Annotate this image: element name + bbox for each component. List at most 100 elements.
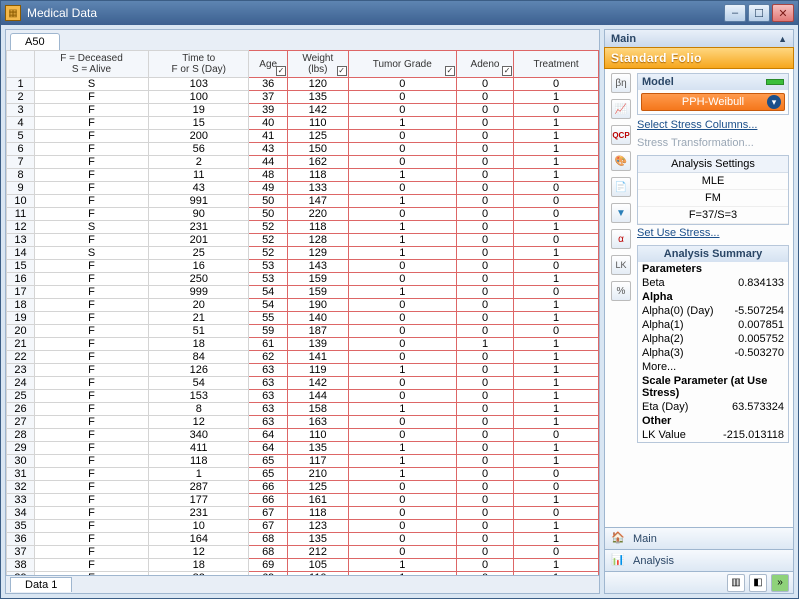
cell[interactable]: 999 [149,286,249,299]
col-header[interactable]: F = DeceasedS = Alive [35,51,149,78]
cell[interactable]: 105 [287,559,348,572]
row-number[interactable]: 35 [7,520,35,533]
cell[interactable]: 0 [456,377,513,390]
cell[interactable]: 67 [249,507,287,520]
cell[interactable]: S [35,221,149,234]
cell[interactable]: F [35,403,149,416]
cell[interactable]: 118 [287,507,348,520]
cell[interactable]: 164 [149,533,249,546]
cell[interactable]: 1 [514,364,599,377]
cell[interactable]: S [35,78,149,91]
cell[interactable]: 0 [348,78,456,91]
cell[interactable]: 1 [514,338,599,351]
cell[interactable]: 0 [514,78,599,91]
lk-icon[interactable]: LK [611,255,631,275]
cell[interactable]: 212 [287,546,348,559]
cell[interactable]: 0 [348,130,456,143]
cell[interactable]: F [35,572,149,576]
cell[interactable]: F [35,91,149,104]
col-header[interactable]: Adeno✓ [456,51,513,78]
cell[interactable]: 0 [456,143,513,156]
row-number[interactable]: 36 [7,533,35,546]
cell[interactable]: 0 [348,208,456,221]
cell[interactable]: 84 [149,351,249,364]
cell[interactable]: 0 [348,507,456,520]
row-number[interactable]: 17 [7,286,35,299]
cell[interactable]: 39 [249,104,287,117]
cell[interactable]: 135 [287,533,348,546]
cell[interactable]: 53 [249,260,287,273]
row-number[interactable]: 12 [7,221,35,234]
cell[interactable]: 44 [249,156,287,169]
cell[interactable]: 41 [249,130,287,143]
cell[interactable]: 19 [149,104,249,117]
cell[interactable]: 158 [287,403,348,416]
cell[interactable]: 140 [287,312,348,325]
data-sheet-tab[interactable]: Data 1 [10,577,72,592]
cell[interactable]: 63 [249,416,287,429]
cell[interactable]: 1 [514,130,599,143]
row-number[interactable]: 37 [7,546,35,559]
cell[interactable]: 43 [149,182,249,195]
cell[interactable]: 0 [348,520,456,533]
cell[interactable]: 117 [287,455,348,468]
cell[interactable]: 10 [149,520,249,533]
cell[interactable]: 1 [348,195,456,208]
row-number[interactable]: 24 [7,377,35,390]
cell[interactable]: 0 [514,104,599,117]
cell[interactable]: F [35,182,149,195]
cell[interactable]: 48 [249,169,287,182]
column-check-icon[interactable]: ✓ [502,66,512,76]
cell[interactable]: 0 [456,390,513,403]
cell[interactable]: 12 [149,546,249,559]
cell[interactable]: 153 [149,390,249,403]
cell[interactable]: 0 [348,338,456,351]
cell[interactable]: 0 [514,195,599,208]
cell[interactable]: 0 [348,143,456,156]
col-header[interactable]: Time toF or S (Day) [149,51,249,78]
cell[interactable]: 0 [514,208,599,221]
cell[interactable]: 0 [456,104,513,117]
cell[interactable]: 200 [149,130,249,143]
cell[interactable]: 210 [287,468,348,481]
cell[interactable]: 0 [456,468,513,481]
cell[interactable]: 69 [249,559,287,572]
cell[interactable]: 1 [514,299,599,312]
cell[interactable]: F [35,208,149,221]
cell[interactable]: 142 [287,377,348,390]
setting-row[interactable]: MLE [638,173,788,190]
cell[interactable]: 11 [149,169,249,182]
cell[interactable]: 64 [249,442,287,455]
close-button[interactable]: ✕ [772,4,794,22]
row-number[interactable]: 25 [7,390,35,403]
cell[interactable]: F [35,559,149,572]
cell[interactable]: 0 [348,91,456,104]
cell[interactable]: 0 [348,377,456,390]
cell[interactable]: 69 [249,572,287,576]
cell[interactable]: 2 [149,156,249,169]
cell[interactable]: 1 [514,416,599,429]
cell[interactable]: 159 [287,273,348,286]
cell[interactable]: 231 [149,507,249,520]
cell[interactable]: 0 [514,507,599,520]
cell[interactable]: 0 [348,299,456,312]
row-number[interactable]: 19 [7,312,35,325]
cell[interactable]: 0 [456,364,513,377]
cell[interactable]: 1 [348,169,456,182]
cell[interactable]: 340 [149,429,249,442]
cell[interactable]: F [35,351,149,364]
cell[interactable]: 54 [249,286,287,299]
cell[interactable]: 1 [514,494,599,507]
cell[interactable]: 129 [287,247,348,260]
cell[interactable]: F [35,377,149,390]
alpha-icon[interactable]: α [611,229,631,249]
cell[interactable]: 120 [287,78,348,91]
cell[interactable]: 16 [149,260,249,273]
row-number[interactable]: 30 [7,455,35,468]
cell[interactable]: F [35,260,149,273]
cell[interactable]: 190 [287,299,348,312]
cell[interactable]: 0 [514,481,599,494]
cell[interactable]: 135 [287,442,348,455]
report-icon[interactable]: 📄 [611,177,631,197]
row-number[interactable]: 18 [7,299,35,312]
